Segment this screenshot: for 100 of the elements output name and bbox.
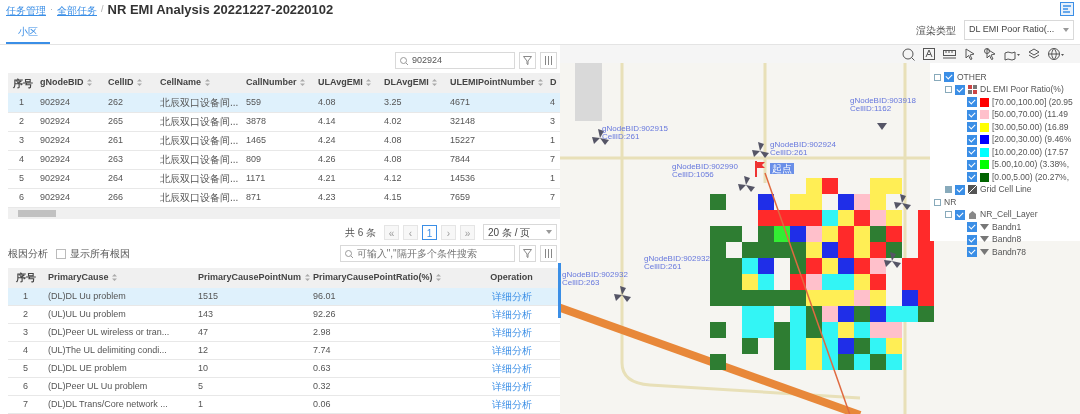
table-row[interactable]: 1 902924 262 北辰双口设备间... 559 4.08 3.25 4671 4 — [8, 93, 560, 112]
table-cell: 6 — [8, 188, 35, 207]
layer-checkbox[interactable] — [944, 72, 954, 83]
sort-icon[interactable] — [203, 78, 211, 88]
pointer-icon[interactable] — [964, 47, 976, 61]
layer-checkbox[interactable] — [967, 97, 977, 108]
table-row[interactable]: 3 (DL)Peer UL wireless or tran... 47 2.98 详细分析 — [8, 323, 560, 342]
table-cell: 北辰双口设备间... — [155, 131, 241, 150]
layer-checkbox[interactable] — [955, 209, 965, 220]
table-cell: (DL)DL UE problem — [43, 359, 193, 378]
expand-toggle[interactable] — [945, 186, 952, 194]
breadcrumb-link[interactable]: 全部任务 — [57, 2, 97, 18]
search-icon[interactable] — [902, 47, 915, 61]
table-row[interactable]: 3 902924 261 北辰双口设备间... 1465 4.24 4.08 15227 1 — [8, 131, 560, 150]
table-row[interactable]: 4 (UL)The UL delimiting condi... 12 7.74 详细分析 — [8, 341, 560, 360]
table-cell: 3.25 — [379, 93, 445, 112]
table-row[interactable]: 6 902924 266 北辰双口设备间... 871 4.23 4.15 7659 7 — [8, 188, 560, 207]
column-header: D — [545, 73, 560, 93]
expand-toggle[interactable] — [945, 86, 952, 94]
detail-link[interactable]: 详细分析 — [491, 398, 532, 410]
legend-label: Grid Cell Line — [980, 183, 1032, 197]
table-cell: 7844 — [445, 150, 545, 169]
site-label: gNodeBID:902990 CellID:1056 — [672, 163, 738, 179]
layer-checkbox[interactable] — [967, 247, 977, 258]
search-icon — [345, 249, 353, 258]
cell-site-icon[interactable] — [894, 194, 911, 210]
table-cell: 266 — [103, 188, 155, 207]
table-cell: (UL)UL Uu problem — [43, 305, 193, 324]
filter-button[interactable] — [519, 245, 536, 262]
expand-toggle[interactable] — [934, 198, 941, 206]
legend-label: NR — [944, 195, 957, 209]
table-cell: 4 — [545, 93, 560, 112]
globe-icon[interactable] — [1048, 47, 1064, 61]
table-cell: 2 — [8, 305, 43, 324]
table-cell: 4.23 — [313, 188, 379, 207]
sort-icon[interactable] — [86, 78, 93, 88]
column-header: PrimaryCausePointRatio(%) — [308, 267, 463, 288]
checkbox[interactable] — [56, 248, 66, 259]
cell-site-icon[interactable] — [752, 142, 769, 158]
sort-icon[interactable] — [136, 78, 144, 88]
layer-checkbox[interactable] — [955, 184, 965, 195]
text-box-icon[interactable] — [923, 47, 935, 61]
legend-label: [0.00,5.00) (20.27%, — [992, 170, 1070, 184]
table-row[interactable]: 1 (DL)DL Uu problem 1515 96.01 详细分析 — [8, 287, 560, 306]
table-cell: 902924 — [35, 188, 103, 207]
columns-button[interactable] — [540, 52, 557, 69]
legend-label: Bandn1 — [992, 220, 1022, 234]
table-row[interactable]: 6 (DL)Peer UL Uu problem 5 0.32 详细分析 — [8, 377, 560, 396]
column-header: PrimaryCause — [43, 267, 193, 288]
site-label: gNodeBID:902915 CellID:261 — [602, 125, 668, 141]
layer-checkbox[interactable] — [967, 122, 977, 133]
layers-icon[interactable] — [1028, 47, 1040, 61]
table-row[interactable]: 7 (DL)DL Trans/Core network ... 1 0.06 详细分析 — [8, 395, 560, 414]
sort-icon[interactable] — [303, 272, 311, 282]
expand-toggle[interactable] — [945, 211, 952, 219]
ruler-icon[interactable] — [943, 47, 956, 61]
detail-link[interactable]: 详细分析 — [491, 362, 532, 374]
layer-checkbox[interactable] — [967, 147, 977, 158]
table-cell: 92.26 — [308, 305, 463, 324]
layer-checkbox[interactable] — [967, 134, 977, 145]
table-cell: 4.08 — [313, 93, 379, 112]
cell-site-icon[interactable] — [884, 252, 901, 268]
cell-site-icon[interactable] — [614, 286, 631, 302]
detail-link[interactable]: 详细分析 — [491, 308, 532, 320]
layer-checkbox[interactable] — [967, 234, 977, 245]
table-row[interactable]: 5 (DL)DL UE problem 10 0.63 详细分析 — [8, 359, 560, 378]
table-row[interactable]: 4 902924 263 北辰双口设备间... 809 4.26 4.08 7844 7 — [8, 150, 560, 169]
layer-checkbox[interactable] — [967, 172, 977, 183]
tab[interactable]: 小区 — [6, 21, 50, 44]
panel-resize-handle[interactable] — [558, 263, 561, 318]
table-settings-icon[interactable] — [1060, 2, 1074, 16]
sort-icon[interactable] — [299, 78, 307, 88]
layer-checkbox[interactable] — [967, 222, 977, 233]
table-row[interactable]: 2 902924 265 北辰双口设备间... 3878 4.14 4.02 32148 3 — [8, 112, 560, 131]
horizontal-scrollbar[interactable] — [8, 207, 560, 219]
detail-link[interactable]: 详细分析 — [491, 344, 532, 356]
page-button[interactable]: 1 — [422, 224, 437, 240]
breadcrumb-link[interactable]: 任务管理 — [6, 2, 46, 18]
sort-icon[interactable] — [431, 78, 439, 88]
sort-icon[interactable] — [435, 272, 443, 282]
cell-site-icon[interactable] — [877, 123, 887, 130]
expand-toggle[interactable] — [934, 73, 941, 81]
table-row[interactable]: 5 902924 264 北辰双口设备间... 1171 4.21 4.12 14536 1 — [8, 169, 560, 188]
cell-site-icon[interactable] — [738, 176, 755, 192]
detail-link[interactable]: 详细分析 — [491, 380, 532, 392]
page-size-select[interactable]: 20 条 / 页 — [483, 224, 557, 240]
layer-checkbox[interactable] — [955, 84, 965, 95]
search-icon — [400, 56, 408, 65]
detail-link[interactable]: 详细分析 — [491, 326, 532, 338]
layer-checkbox[interactable] — [967, 159, 977, 170]
pointer-icon[interactable] — [984, 47, 996, 61]
sort-icon[interactable] — [111, 272, 119, 282]
layer-checkbox[interactable] — [967, 109, 977, 120]
columns-button[interactable] — [540, 245, 557, 262]
sort-icon[interactable] — [365, 78, 373, 88]
search-field[interactable]: 可输入","隔开多个条件搜索 — [340, 245, 515, 262]
render-type-select[interactable]: DL EMI Poor Ratio(... — [964, 20, 1074, 40]
search-field[interactable]: 902924 — [395, 52, 515, 69]
table-row[interactable]: 2 (UL)UL Uu problem 143 92.26 详细分析 — [8, 305, 560, 324]
filter-button[interactable] — [519, 52, 536, 69]
